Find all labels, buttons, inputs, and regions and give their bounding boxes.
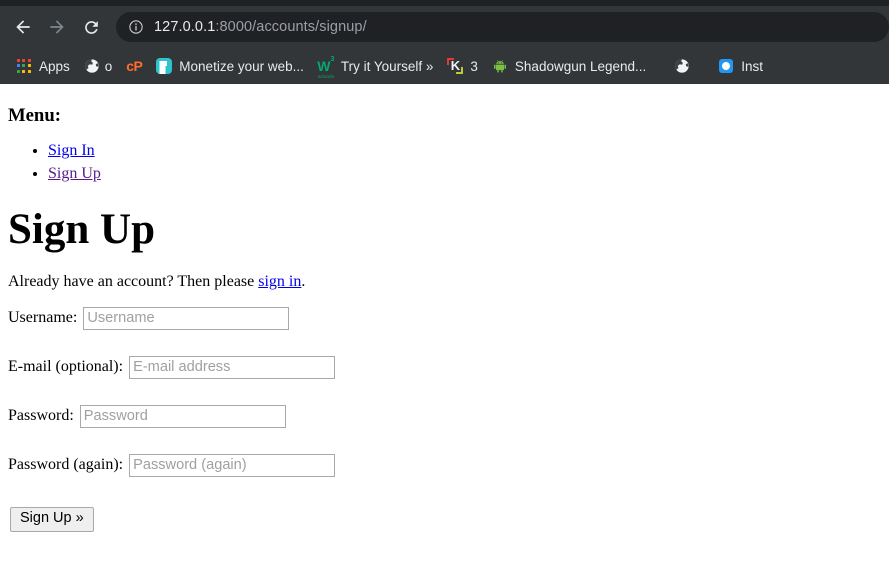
sign-up-button[interactable]: Sign Up » xyxy=(10,506,94,532)
field-row-username: Username: xyxy=(8,306,881,330)
page-content: Menu: Sign In Sign Up Sign Up Already ha… xyxy=(0,84,889,579)
arrow-left-icon xyxy=(16,20,30,34)
browser-toolbar: 127.0.0.1:8000/accounts/signup/ xyxy=(0,6,889,48)
reload-button[interactable] xyxy=(76,12,106,42)
password-label: Password: xyxy=(8,407,74,425)
bookmark-monetize[interactable]: Monetize your web... xyxy=(150,53,310,79)
address-bar[interactable]: 127.0.0.1:8000/accounts/signup/ xyxy=(116,12,889,42)
arrow-right-icon xyxy=(50,20,64,34)
bookmarks-bar: Apps o cP Monetize your web... W3 school… xyxy=(0,48,889,84)
password-again-label: Password (again): xyxy=(8,456,124,474)
bookmark-globe-o[interactable]: o xyxy=(78,53,119,79)
bookmark-inst[interactable]: Inst xyxy=(712,53,769,79)
field-row-password: Password: xyxy=(8,404,881,428)
menu-heading: Menu: xyxy=(8,105,61,126)
reload-icon xyxy=(84,20,98,34)
page-title: Sign Up xyxy=(8,205,155,253)
bookmark-label: Try it Yourself » xyxy=(340,58,434,74)
intro-text: Already have an account? Then please sig… xyxy=(8,273,881,291)
bookmark-label: Shadowgun Legend... xyxy=(514,58,647,74)
password-again-input[interactable] xyxy=(129,453,336,477)
list-item: Sign Up xyxy=(48,163,881,186)
url-path: :8000/accounts/signup/ xyxy=(215,19,367,35)
bookmark-cpanel[interactable]: cP xyxy=(120,53,148,79)
bookmark-label: o xyxy=(104,58,113,74)
username-input[interactable] xyxy=(83,306,290,330)
w3schools-icon: W3 schools xyxy=(317,56,335,80)
url-host: 127.0.0.1 xyxy=(154,19,216,35)
bookmark-try-it-yourself[interactable]: W3 schools Try it Yourself » xyxy=(312,53,440,79)
android-icon xyxy=(492,58,508,74)
bookmark-label: 3 xyxy=(470,58,478,74)
password-input[interactable] xyxy=(79,404,286,428)
info-circle-icon[interactable] xyxy=(128,19,144,35)
globe-icon xyxy=(84,58,100,74)
email-input[interactable] xyxy=(129,355,336,379)
back-button[interactable] xyxy=(8,12,38,42)
cpanel-icon: cP xyxy=(126,58,143,74)
menu-link-sign-in[interactable]: Sign In xyxy=(48,142,95,159)
email-label: E-mail (optional): xyxy=(8,358,124,376)
intro-suffix: . xyxy=(301,272,306,290)
blue-square-icon xyxy=(718,58,734,74)
menu-link-sign-up[interactable]: Sign Up xyxy=(48,165,101,182)
forward-button[interactable] xyxy=(42,12,72,42)
apps-grid-icon xyxy=(16,58,32,74)
list-item: Sign In xyxy=(48,140,881,163)
intro-prefix: Already have an account? Then please xyxy=(8,272,259,290)
field-row-password-again: Password (again): xyxy=(8,453,881,477)
bookmark-apps[interactable]: Apps xyxy=(10,53,76,79)
username-label: Username: xyxy=(8,309,78,327)
teal-flag-icon xyxy=(156,58,173,74)
bookmark-shadowgun[interactable]: Shadowgun Legend... xyxy=(486,53,652,79)
signup-form: Username: E-mail (optional): Password: P… xyxy=(8,306,881,532)
k-bracket-icon: K xyxy=(447,58,464,74)
bookmark-label: Monetize your web... xyxy=(179,58,304,74)
bookmark-label: Apps xyxy=(39,58,70,74)
bookmark-globe-2[interactable] xyxy=(668,53,696,79)
browser-chrome: 127.0.0.1:8000/accounts/signup/ Apps o c… xyxy=(0,0,889,84)
sign-in-link[interactable]: sign in xyxy=(258,273,301,290)
bookmark-k3[interactable]: K 3 xyxy=(441,53,484,79)
menu-list: Sign In Sign Up xyxy=(8,140,881,186)
bookmark-label: Inst xyxy=(741,58,764,74)
field-row-email: E-mail (optional): xyxy=(8,355,881,379)
globe-icon xyxy=(674,58,690,74)
